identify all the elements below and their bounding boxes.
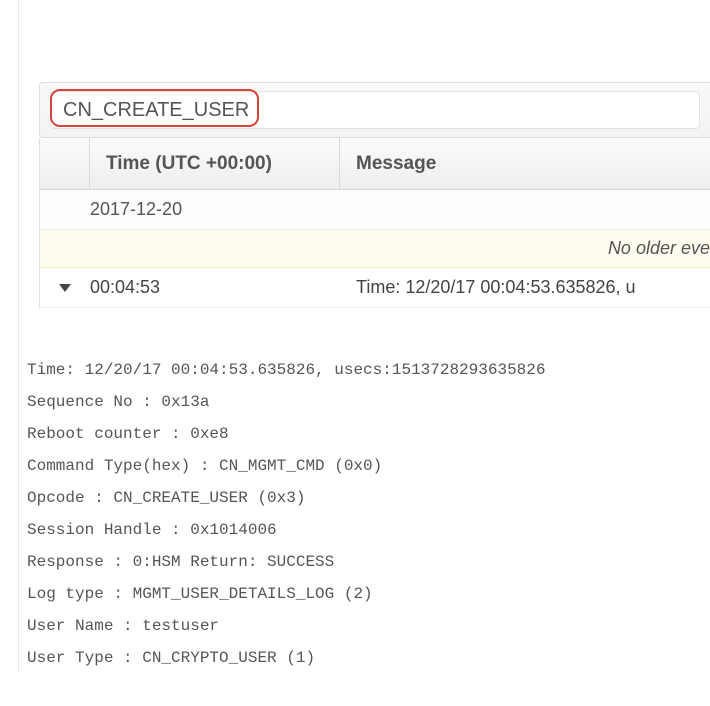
event-details: Time: 12/20/17 00:04:53.635826, usecs:15… — [27, 322, 710, 706]
no-older-events-banner: No older eve — [40, 230, 710, 268]
grid-header: Time (UTC +00:00) Message — [40, 138, 710, 190]
detail-line: Opcode : CN_CREATE_USER (0x3) — [27, 489, 305, 507]
date-group-label: 2017-12-20 — [90, 199, 182, 220]
event-time: 00:04:53 — [90, 277, 340, 298]
column-header-time[interactable]: Time (UTC +00:00) — [90, 138, 340, 189]
chevron-down-icon — [59, 284, 71, 292]
column-header-message[interactable]: Message — [340, 138, 710, 189]
detail-line: Log type : MGMT_USER_DETAILS_LOG (2) — [27, 585, 373, 603]
results-grid: Time (UTC +00:00) Message 2017-12-20 No … — [39, 138, 710, 308]
detail-line: User Name : testuser — [27, 617, 219, 635]
log-viewer-frame: Time (UTC +00:00) Message 2017-12-20 No … — [18, 0, 710, 673]
detail-line: User Type : CN_CRYPTO_USER (1) — [27, 649, 315, 667]
detail-line: Command Type(hex) : CN_MGMT_CMD (0x0) — [27, 457, 382, 475]
event-message: Time: 12/20/17 00:04:53.635826, u — [340, 277, 710, 298]
detail-line: Reboot counter : 0xe8 — [27, 425, 229, 443]
expand-toggle[interactable] — [40, 284, 90, 292]
detail-line: Session Handle : 0x1014006 — [27, 521, 277, 539]
detail-line: Response : 0:HSM Return: SUCCESS — [27, 553, 334, 571]
detail-line: Sequence No : 0x13a — [27, 393, 209, 411]
log-event-row[interactable]: 00:04:53 Time: 12/20/17 00:04:53.635826,… — [40, 268, 710, 308]
search-bar — [39, 82, 710, 138]
search-input[interactable] — [50, 91, 700, 129]
column-expander — [40, 138, 90, 189]
date-group-row[interactable]: 2017-12-20 — [40, 190, 710, 230]
notice-text: No older eve — [608, 238, 710, 259]
detail-line: Time: 12/20/17 00:04:53.635826, usecs:15… — [27, 361, 545, 379]
